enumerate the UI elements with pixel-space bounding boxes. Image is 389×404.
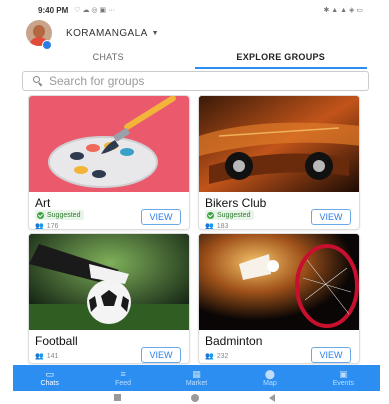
- feed-icon: ≡: [120, 369, 126, 379]
- member-count: 👥 232: [205, 352, 229, 361]
- market-icon: ▦: [192, 369, 201, 379]
- football-image: [29, 234, 189, 330]
- back-icon[interactable]: [269, 393, 275, 402]
- member-count-value: 232: [216, 352, 229, 360]
- tab-chats[interactable]: CHATS: [22, 47, 195, 69]
- badminton-image: [199, 234, 359, 330]
- status-time: 9:40 PM: [38, 5, 69, 15]
- search-icon: [33, 76, 43, 87]
- member-count: 👥 141: [35, 352, 59, 361]
- nav-label: Feed: [115, 380, 132, 387]
- home-icon[interactable]: [191, 393, 199, 402]
- nav-label: Events: [332, 380, 355, 387]
- nav-chats[interactable]: ▭ Chats: [13, 365, 86, 391]
- group-title: Bikers Club: [205, 196, 267, 210]
- chat-icon: ▭: [45, 369, 54, 379]
- art-group-image: [29, 96, 189, 192]
- view-button[interactable]: VIEW: [141, 347, 181, 363]
- notification-icons: ♡ ☁ ◎ ▣ ···: [74, 7, 116, 14]
- calendar-icon: ▣: [339, 369, 348, 379]
- system-nav-bar: [0, 391, 389, 404]
- tab-explore-groups[interactable]: EXPLORE GROUPS: [194, 47, 367, 69]
- view-button[interactable]: VIEW: [311, 209, 351, 225]
- nav-map[interactable]: ⬤ Map: [233, 365, 306, 391]
- group-title: Football: [35, 334, 78, 348]
- bottom-nav: ▭ Chats ≡ Feed ▦ Market ⬤ Map ▣ Events: [13, 365, 380, 391]
- view-button[interactable]: VIEW: [311, 347, 351, 363]
- member-count-value: 141: [46, 352, 59, 360]
- people-icon: 👥: [205, 223, 214, 230]
- suggested-badge: Suggested: [205, 210, 255, 220]
- chevron-down-icon[interactable]: ▼: [152, 30, 159, 37]
- group-card-badminton[interactable]: Badminton 👥 232 VIEW: [198, 233, 360, 364]
- group-card-football[interactable]: Football 👥 141 VIEW: [28, 233, 190, 364]
- system-status-icons: ✱ ▲ ▲ ◈ ▭: [323, 7, 364, 14]
- member-count: 👥 176: [35, 222, 58, 230]
- group-card-bikers-club[interactable]: Bikers Club Suggested 👥 183 VIEW: [198, 95, 360, 230]
- search-bar[interactable]: [22, 71, 369, 91]
- people-icon: 👥: [35, 223, 44, 230]
- nav-label: Chats: [40, 380, 59, 387]
- recent-apps-icon[interactable]: [114, 394, 121, 401]
- view-button[interactable]: VIEW: [141, 209, 181, 225]
- map-pin-icon: ⬤: [264, 369, 275, 379]
- people-icon: 👥: [205, 353, 214, 360]
- suggested-label: Suggested: [47, 211, 81, 219]
- group-card-art[interactable]: Art Suggested 👥 176 VIEW: [28, 95, 190, 230]
- nav-feed[interactable]: ≡ Feed: [86, 365, 159, 391]
- check-circle-icon: [37, 211, 44, 219]
- group-title: Badminton: [205, 334, 263, 348]
- bikers-club-image: [199, 96, 359, 192]
- status-bar: 9:40 PM ♡ ☁ ◎ ▣ ··· ✱ ▲ ▲ ◈ ▭: [0, 0, 389, 20]
- nav-market[interactable]: ▦ Market: [160, 365, 233, 391]
- member-count: 👥 183: [205, 222, 228, 230]
- member-count-value: 176: [46, 222, 59, 230]
- nav-label: Market: [185, 380, 208, 387]
- search-input[interactable]: [49, 74, 349, 88]
- group-title: Art: [35, 196, 51, 210]
- people-icon: 👥: [35, 353, 44, 360]
- member-count-value: 183: [216, 222, 229, 230]
- nav-label: Map: [263, 380, 277, 387]
- app-header: KORAMANGALA ▼: [0, 20, 389, 46]
- tab-bar: CHATS EXPLORE GROUPS: [22, 47, 367, 69]
- nav-events[interactable]: ▣ Events: [307, 365, 380, 391]
- suggested-label: Suggested: [217, 211, 251, 219]
- location-selector[interactable]: KORAMANGALA: [66, 28, 148, 39]
- check-circle-icon: [207, 211, 214, 219]
- suggested-badge: Suggested: [35, 210, 85, 220]
